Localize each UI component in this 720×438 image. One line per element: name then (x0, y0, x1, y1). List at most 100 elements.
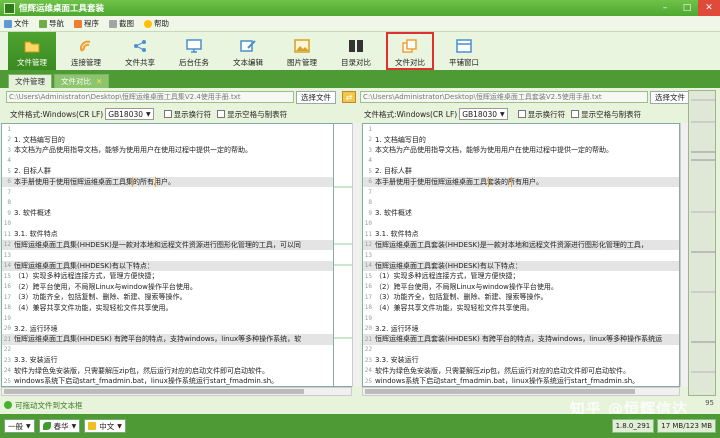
text-line: 16 （2）跨平台使用，不局限Linux与window操作平台使用。 (363, 282, 679, 293)
left-vertical-scrollbar[interactable] (352, 123, 360, 387)
text-line: 7 (2, 187, 333, 198)
toolbar-file-manager[interactable]: 文件管理 (8, 32, 56, 70)
line-number: 16 (364, 283, 372, 291)
left-file-format-label: 文件格式:Windows(CR LF) (10, 109, 104, 119)
diff-highlight-box (488, 176, 512, 187)
toolbar-file-compare[interactable]: 文件对比 (386, 32, 434, 70)
line-number: 19 (3, 314, 11, 322)
text-line: 11 3.1. 软件特点 (363, 229, 679, 240)
text-line: 11 3.1. 软件特点 (2, 229, 333, 240)
left-text-pane[interactable]: 1 2 1. 文档编写目的 3 本文档为产品使用指导文档，能够为使用用户在使用过程中提供… (1, 123, 334, 387)
maximize-button[interactable]: □ (676, 0, 698, 16)
text-line: 15 （1）实现多种远程连接方式，管理方便快捷； (2, 271, 333, 282)
right-horizontal-scrollbar[interactable] (362, 387, 680, 396)
line-number: 15 (3, 272, 11, 280)
line-text: 恒辉运维桌面工具套装(HHDESK) 有跨平台的特点，支持windows，lin… (375, 335, 663, 344)
dir-compare-icon (348, 39, 364, 53)
line-number: 17 (364, 293, 372, 301)
theme-select[interactable]: 春华 ▼ (38, 419, 81, 433)
text-line: 9 3. 软件概述 (2, 208, 333, 219)
line-number: 21 (364, 335, 372, 343)
left-horizontal-scrollbar[interactable] (1, 387, 352, 396)
right-show-linebreak-checkbox[interactable] (517, 110, 526, 118)
toolbar-directory-compare[interactable]: 目录对比 (332, 32, 380, 70)
text-line: 20 3.2. 运行环境 (2, 324, 333, 335)
level-select[interactable]: 一般 ▼ (4, 419, 35, 433)
left-select-file-button[interactable]: 选择文件 (296, 90, 336, 104)
text-line: 24 软件为绿色免安装版，只需要解压zip包，然后运行对应的启动文件即可启动软件。 (2, 366, 333, 377)
line-number: 6 (368, 178, 372, 186)
line-text: （4）兼容共享文件功能，实现轻松文件共享使用。 (375, 303, 534, 312)
line-number: 8 (7, 199, 11, 207)
right-select-file-button[interactable]: 选择文件 (650, 90, 690, 104)
chevron-down-icon: ▼ (117, 422, 122, 430)
right-text-pane[interactable]: 1 2 1. 文档编写目的 3 本文档为产品使用指导文档，能够为使用用户在使用过程中提供… (362, 123, 680, 387)
toolbar-file-share[interactable]: 文件共享 (116, 32, 164, 70)
chevron-down-icon: ▼ (146, 110, 151, 118)
line-number: 3 (368, 146, 372, 154)
line-number: 1 (7, 125, 11, 133)
line-text: 恒辉运维桌面工具套装(HHDESK)有以下特点： (375, 261, 522, 270)
line-number: 10 (364, 220, 372, 228)
text-line: 21 恒辉运维桌面工具集(HHDESK) 有跨平台的特点，支持windows，li… (2, 334, 333, 345)
line-text: （3）功能齐全，包括复制、删除、新建、搜索等操作。 (375, 293, 548, 302)
window-title: 恒辉运维桌面工具套装 (19, 4, 105, 14)
line-number: 10 (3, 220, 11, 228)
text-line: 19 (2, 313, 333, 324)
text-line: 6 本手册使用于使用恒辉运维桌面工具套装的所有用户。 (363, 176, 679, 187)
right-encoding-select[interactable]: GB18030 ▼ (459, 108, 508, 120)
toolbar-tile-windows[interactable]: 平铺窗口 (440, 32, 488, 70)
line-text: 3. 软件概述 (375, 209, 412, 218)
right-options-row: 文件格式:Windows(CR LF) GB18030 ▼ 显示换行符 显示空格与… (364, 108, 642, 120)
close-button[interactable]: ✕ (698, 0, 720, 16)
text-line: 5 2. 目标人群 (2, 166, 333, 177)
line-number: 11 (364, 230, 372, 238)
menu-file[interactable]: 文件 (4, 18, 29, 29)
tab-close-icon[interactable]: ✕ (96, 77, 102, 86)
toolbar-background-tasks[interactable]: 后台任务 (170, 32, 218, 70)
right-vertical-scrollbar[interactable] (680, 123, 688, 387)
right-file-format-label: 文件格式:Windows(CR LF) (364, 109, 458, 119)
line-number: 2 (7, 136, 11, 144)
line-text: 2. 目标人群 (14, 167, 51, 176)
line-number: 8 (368, 199, 372, 207)
language-select[interactable]: 中文 ▼ (84, 419, 126, 433)
line-text: 本手册使用于使用恒辉运维桌面工具套装的所有用户。 (375, 177, 543, 186)
left-show-linebreak-checkbox[interactable] (163, 110, 172, 118)
text-line: 8 (2, 198, 333, 209)
text-line: 3 本文档为产品使用指导文档，能够为使用用户在使用过程中提供一定的帮助。 (2, 145, 333, 156)
line-text: windows系统下启动start_fmadmin.bat，linux操作系统运… (375, 377, 640, 386)
monitor-icon (186, 39, 202, 53)
text-line: 23 3.3. 安装运行 (2, 355, 333, 366)
toolbar-connection-manager[interactable]: 连接管理 (62, 32, 110, 70)
main-toolbar: 文件管理 连接管理 文件共享 后台任务 文本编辑 图片管理 目录对比 文件对比 … (0, 32, 720, 70)
line-text: 1. 文档编写目的 (14, 135, 65, 144)
swap-files-icon[interactable]: ⇄ (342, 91, 356, 103)
line-text: （2）跨平台使用，不局限Linux与window操作平台使用。 (375, 282, 558, 291)
text-line: 6 本手册使用于使用恒辉运维桌面工具集的所有用户。 (2, 176, 333, 187)
minimize-button[interactable]: – (654, 0, 676, 16)
menu-program[interactable]: 程序 (74, 18, 99, 29)
tab-file-compare[interactable]: 文件对比 ✕ (54, 74, 110, 88)
line-text: 软件为绿色免安装版，只需要解压zip包，然后运行对应的启动文件即可启动软件。 (14, 366, 270, 375)
menu-screenshot[interactable]: 截图 (109, 18, 134, 29)
left-show-whitespace-checkbox[interactable] (217, 110, 226, 118)
right-show-whitespace-checkbox[interactable] (571, 110, 580, 118)
text-line: 2 1. 文档编写目的 (2, 135, 333, 146)
left-encoding-select[interactable]: GB18030 ▼ (105, 108, 154, 120)
menu-help[interactable]: 帮助 (144, 18, 169, 29)
line-number: 7 (368, 188, 372, 196)
tab-file-manager[interactable]: 文件管理 (8, 74, 52, 88)
share-icon (132, 39, 148, 53)
toolbar-image-manager[interactable]: 图片管理 (278, 32, 326, 70)
text-line: 9 3. 软件概述 (363, 208, 679, 219)
text-line: 10 (2, 219, 333, 230)
overview-marker (691, 291, 715, 293)
toolbar-text-editor[interactable]: 文本编辑 (224, 32, 272, 70)
line-number: 5 (368, 167, 372, 175)
right-file-path-input[interactable]: C:\Users\Administrator\Desktop\恒辉运维桌面工具套… (360, 91, 648, 103)
menu-navigate[interactable]: 导航 (39, 18, 64, 29)
line-number: 25 (3, 377, 11, 385)
diff-overview-map[interactable] (688, 90, 716, 396)
left-file-path-input[interactable]: C:\Users\Administrator\Desktop\恒辉运维桌面工具集… (6, 91, 294, 103)
